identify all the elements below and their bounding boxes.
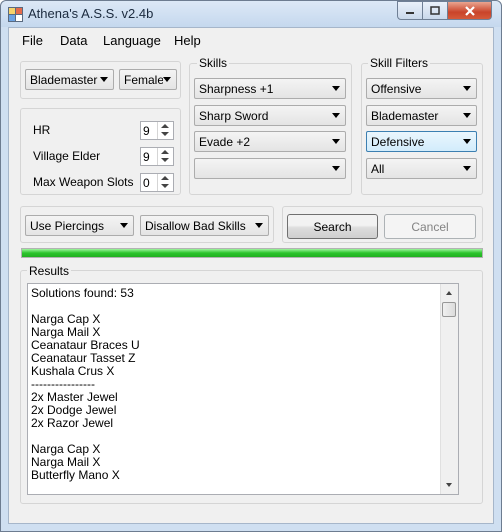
spinner-buttons xyxy=(157,122,173,139)
arrow-up-icon[interactable] xyxy=(161,124,169,128)
skill-dropdown-2[interactable]: Sharp Sword xyxy=(194,105,346,126)
results-label: Results xyxy=(27,264,72,278)
result-line: Solutions found: 53 xyxy=(31,286,134,300)
chevron-down-icon xyxy=(332,113,340,118)
skill-dropdown-3[interactable]: Evade +2 xyxy=(194,131,346,152)
minimize-button[interactable] xyxy=(397,1,423,20)
title-bar[interactable]: Athena's A.S.S. v2.4b xyxy=(1,1,501,27)
scroll-down-icon[interactable] xyxy=(441,477,457,493)
chevron-down-icon xyxy=(163,77,171,82)
results-lines: Solutions found: 53 Narga Cap X Narga Mail… xyxy=(31,287,441,482)
skill-dropdown-4[interactable] xyxy=(194,158,346,179)
village-elder-value: 9 xyxy=(143,150,150,164)
minimize-icon xyxy=(406,11,414,14)
chevron-down-icon xyxy=(332,166,340,171)
skill-value-2: Sharp Sword xyxy=(199,108,269,123)
piercings-value: Use Piercings xyxy=(30,218,105,233)
maximize-icon xyxy=(430,6,440,15)
window-title: Athena's A.S.S. v2.4b xyxy=(28,6,154,21)
max-weapon-slots-spinner[interactable]: 0 xyxy=(140,173,174,192)
cancel-button[interactable]: Cancel xyxy=(384,214,476,239)
gender-dropdown[interactable]: Female xyxy=(119,69,177,90)
result-line: 2x Razor Jewel xyxy=(31,416,114,430)
max-weapon-slots-label: Max Weapon Slots xyxy=(33,175,134,189)
skill-dropdown-1[interactable]: Sharpness +1 xyxy=(194,78,346,99)
filter-value-4: All xyxy=(371,161,385,176)
chevron-down-icon xyxy=(255,223,263,228)
arrow-down-icon[interactable] xyxy=(161,158,169,162)
filter-value-1: Offensive xyxy=(371,81,422,96)
weapon-type-value: Blademaster xyxy=(30,72,98,87)
arrow-up-icon[interactable] xyxy=(161,150,169,154)
skill-value-3: Evade +2 xyxy=(199,134,251,149)
progress-fill xyxy=(22,249,482,257)
progress-bar xyxy=(21,248,483,258)
arrow-down-icon[interactable] xyxy=(161,132,169,136)
scroll-up-icon[interactable] xyxy=(441,285,457,301)
app-grid-icon xyxy=(8,7,23,22)
skills-label: Skills xyxy=(197,56,230,70)
skill-value-1: Sharpness +1 xyxy=(199,81,274,96)
gender-value: Female xyxy=(124,72,163,87)
menu-help[interactable]: Help xyxy=(174,33,201,48)
chevron-down-icon xyxy=(120,223,128,228)
hr-spinner[interactable]: 9 xyxy=(140,121,174,140)
hr-label: HR xyxy=(33,123,51,137)
chevron-down-icon xyxy=(463,113,471,118)
filter-dropdown-1[interactable]: Offensive xyxy=(366,78,477,99)
filter-value-3: Defensive xyxy=(371,134,425,149)
results-scrollbar[interactable] xyxy=(440,284,458,494)
menu-file[interactable]: File xyxy=(22,33,43,48)
weapon-type-dropdown[interactable]: Blademaster xyxy=(25,69,114,90)
scroll-thumb[interactable] xyxy=(442,302,456,317)
search-button[interactable]: Search xyxy=(287,214,378,239)
spinner-buttons xyxy=(157,148,173,165)
menu-data[interactable]: Data xyxy=(60,33,87,48)
filter-value-2: Blademaster xyxy=(371,108,439,123)
chevron-down-icon xyxy=(463,86,471,91)
filter-dropdown-4[interactable]: All xyxy=(366,158,477,179)
arrow-up-icon[interactable] xyxy=(161,176,169,180)
bad-skills-dropdown[interactable]: Disallow Bad Skills xyxy=(140,215,269,236)
result-line: Butterfly Mano X xyxy=(31,468,120,482)
spinner-buttons xyxy=(157,174,173,191)
results-textbox[interactable]: Solutions found: 53 Narga Cap X Narga Mail… xyxy=(27,283,459,495)
max-weapon-slots-value: 0 xyxy=(143,176,150,190)
skill-filters-label: Skill Filters xyxy=(368,56,431,70)
bad-skills-value: Disallow Bad Skills xyxy=(145,218,246,233)
application-window: Athena's A.S.S. v2.4b File Data Language… xyxy=(0,0,502,532)
menu-bar: File Data Language Help xyxy=(9,28,493,52)
hr-value: 9 xyxy=(143,124,150,138)
filter-dropdown-2[interactable]: Blademaster xyxy=(366,105,477,126)
chevron-down-icon xyxy=(463,139,471,144)
village-elder-label: Village Elder xyxy=(33,149,101,163)
filter-dropdown-3[interactable]: Defensive xyxy=(366,131,477,152)
menu-language[interactable]: Language xyxy=(103,33,161,48)
piercings-dropdown[interactable]: Use Piercings xyxy=(25,215,134,236)
chevron-down-icon xyxy=(332,139,340,144)
chevron-down-icon xyxy=(332,86,340,91)
close-button[interactable] xyxy=(447,1,492,20)
close-icon xyxy=(464,5,475,16)
chevron-down-icon xyxy=(100,77,108,82)
chevron-down-icon xyxy=(463,166,471,171)
maximize-button[interactable] xyxy=(422,1,448,20)
arrow-down-icon[interactable] xyxy=(161,184,169,188)
village-elder-spinner[interactable]: 9 xyxy=(140,147,174,166)
client-area: File Data Language Help Blademaster Fema… xyxy=(8,27,494,524)
